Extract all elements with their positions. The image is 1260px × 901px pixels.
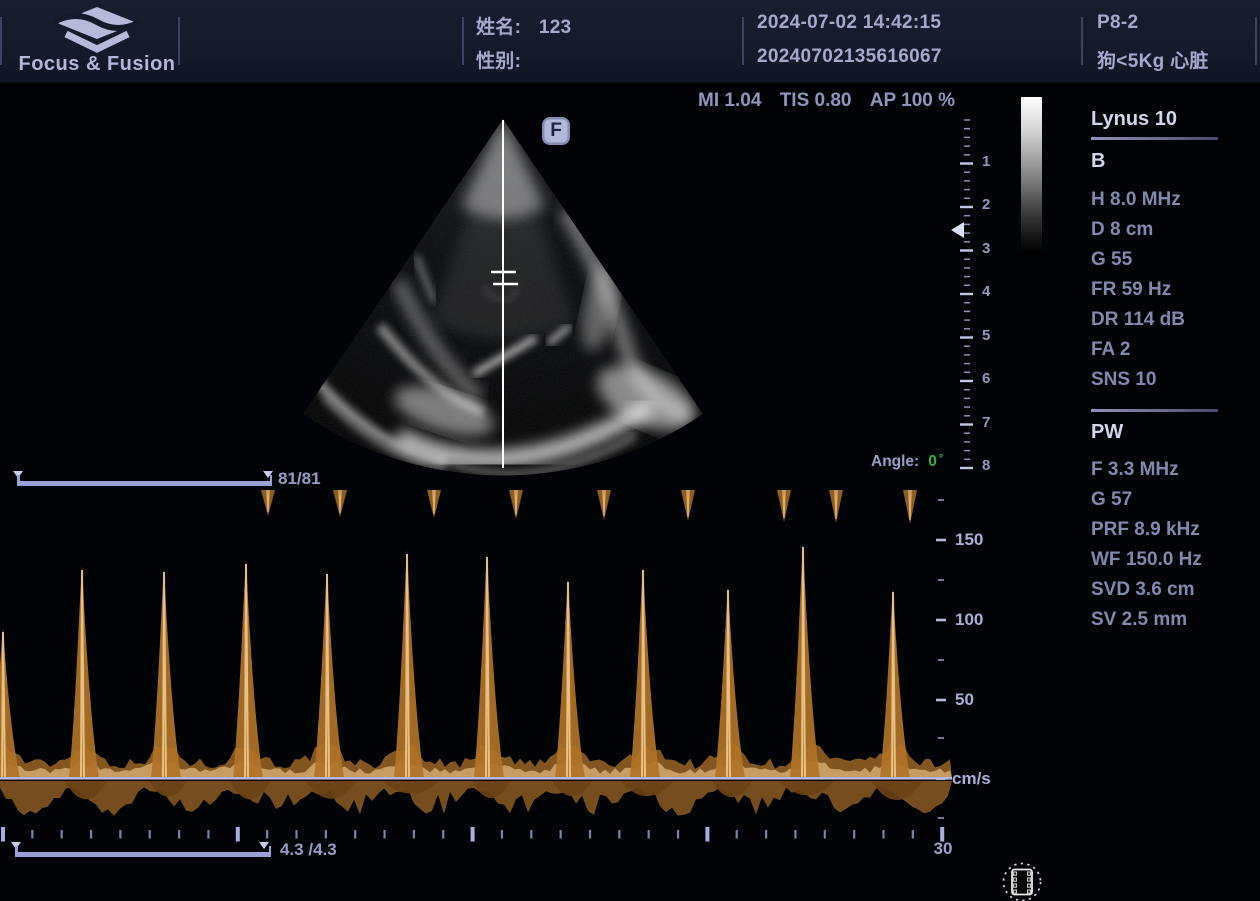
bmode-ultrasound-image (248, 106, 760, 478)
divider (462, 17, 464, 65)
param-pw-gain: G 57 (1091, 485, 1202, 515)
divider (1255, 17, 1257, 65)
divider (1081, 17, 1083, 65)
bmode-cine-progress-bar[interactable] (17, 481, 272, 486)
grayscale-map-bar (1021, 97, 1042, 255)
velocity-unit-label: cm/s (952, 769, 991, 789)
datetime-block: 2024-07-02 14:42:15 20240702135616067 (757, 0, 1067, 84)
param-depth: D 8 cm (1091, 215, 1185, 245)
param-gain: G 55 (1091, 245, 1185, 275)
bmode-section-header: B (1091, 150, 1105, 173)
divider (742, 17, 744, 65)
depth-tick-label: 3 (982, 240, 1002, 257)
pw-params: F 3.3 MHz G 57 PRF 8.9 kHz WF 150.0 Hz S… (1091, 455, 1202, 635)
ultrasound-screen: Focus & Fusion 姓名: 123 性别: 2024-07-02 14… (0, 0, 1260, 901)
patient-name-row: 姓名: 123 (476, 12, 571, 39)
brand-logo: Focus & Fusion (14, 2, 180, 82)
focus-depth-arrow-icon[interactable] (951, 222, 964, 238)
param-pw-frequency: F 3.3 MHz (1091, 455, 1202, 485)
gender-row: 性别: (476, 46, 533, 73)
depth-tick-label: 8 (982, 457, 1002, 474)
patient-info-block: 姓名: 123 性别: (476, 0, 736, 84)
time-ruler (0, 826, 952, 843)
ap-value: AP 100 % (870, 90, 955, 111)
param-frequency: H 8.0 MHz (1091, 185, 1185, 215)
sweep-progress-bar[interactable] (15, 852, 271, 857)
probe-block: P8-2 狗<5Kg 心脏 (1097, 0, 1252, 84)
cine-clip-button[interactable] (999, 861, 1045, 901)
film-strip-icon (999, 861, 1045, 901)
sweep-end-marker-icon[interactable] (259, 842, 269, 849)
depth-tick-label: 4 (982, 283, 1002, 300)
tis-value: TIS 0.80 (780, 90, 852, 111)
velocity-tick-50: 50 (955, 690, 974, 710)
divider (178, 17, 180, 65)
depth-tick-label: 1 (982, 153, 1002, 170)
sweep-time-counter: 4.3 /4.3 (280, 840, 337, 860)
param-frame-rate: FR 59 Hz (1091, 275, 1185, 305)
top-bar: Focus & Fusion 姓名: 123 性别: 2024-07-02 14… (0, 0, 1260, 84)
datetime: 2024-07-02 14:42:15 (757, 12, 941, 34)
angle-label: Angle: (871, 453, 919, 470)
param-svd: SVD 3.6 cm (1091, 575, 1202, 605)
focus-fusion-logo-icon (14, 2, 180, 54)
depth-tick-label: 7 (982, 414, 1002, 431)
system-name: Lynus 10 (1091, 108, 1177, 131)
angle-value: 0 (928, 453, 937, 470)
gender-label: 性别: (476, 51, 521, 72)
param-fa: FA 2 (1091, 335, 1185, 365)
probe-name: P8-2 (1097, 12, 1138, 34)
preset-name: 狗<5Kg 心脏 (1097, 46, 1209, 73)
divider (0, 17, 2, 65)
angle-readout: Angle: 0° (871, 453, 943, 471)
brand-name: Focus & Fusion (16, 53, 178, 76)
pw-doppler-spectrum (0, 490, 952, 830)
param-sv: SV 2.5 mm (1091, 605, 1202, 635)
param-dynamic-range: DR 114 dB (1091, 305, 1185, 335)
depth-tick-label: 2 (982, 196, 1002, 213)
depth-ruler (956, 118, 980, 474)
velocity-scale-ruler (936, 488, 952, 832)
param-prf: PRF 8.9 kHz (1091, 515, 1202, 545)
focus-zone-badge: F (542, 117, 570, 145)
panel-divider (1091, 137, 1218, 140)
depth-tick-label: 5 (982, 327, 1002, 344)
bmode-params: H 8.0 MHz D 8 cm G 55 FR 59 Hz DR 114 dB… (1091, 185, 1185, 395)
angle-degree-unit: ° (939, 453, 943, 465)
panel-divider (1091, 409, 1218, 412)
patient-name-value: 123 (539, 17, 572, 38)
param-sns: SNS 10 (1091, 365, 1185, 395)
param-wall-filter: WF 150.0 Hz (1091, 545, 1202, 575)
frame-counter: 81/81 (278, 469, 321, 489)
patient-name-label: 姓名: (476, 17, 521, 38)
velocity-tick-100: 100 (955, 610, 983, 630)
study-id: 20240702135616067 (757, 46, 942, 68)
depth-tick-label: 6 (982, 370, 1002, 387)
velocity-tick-150: 150 (955, 530, 983, 550)
pw-section-header: PW (1091, 421, 1123, 444)
time-scale-label: 30 (926, 839, 960, 859)
